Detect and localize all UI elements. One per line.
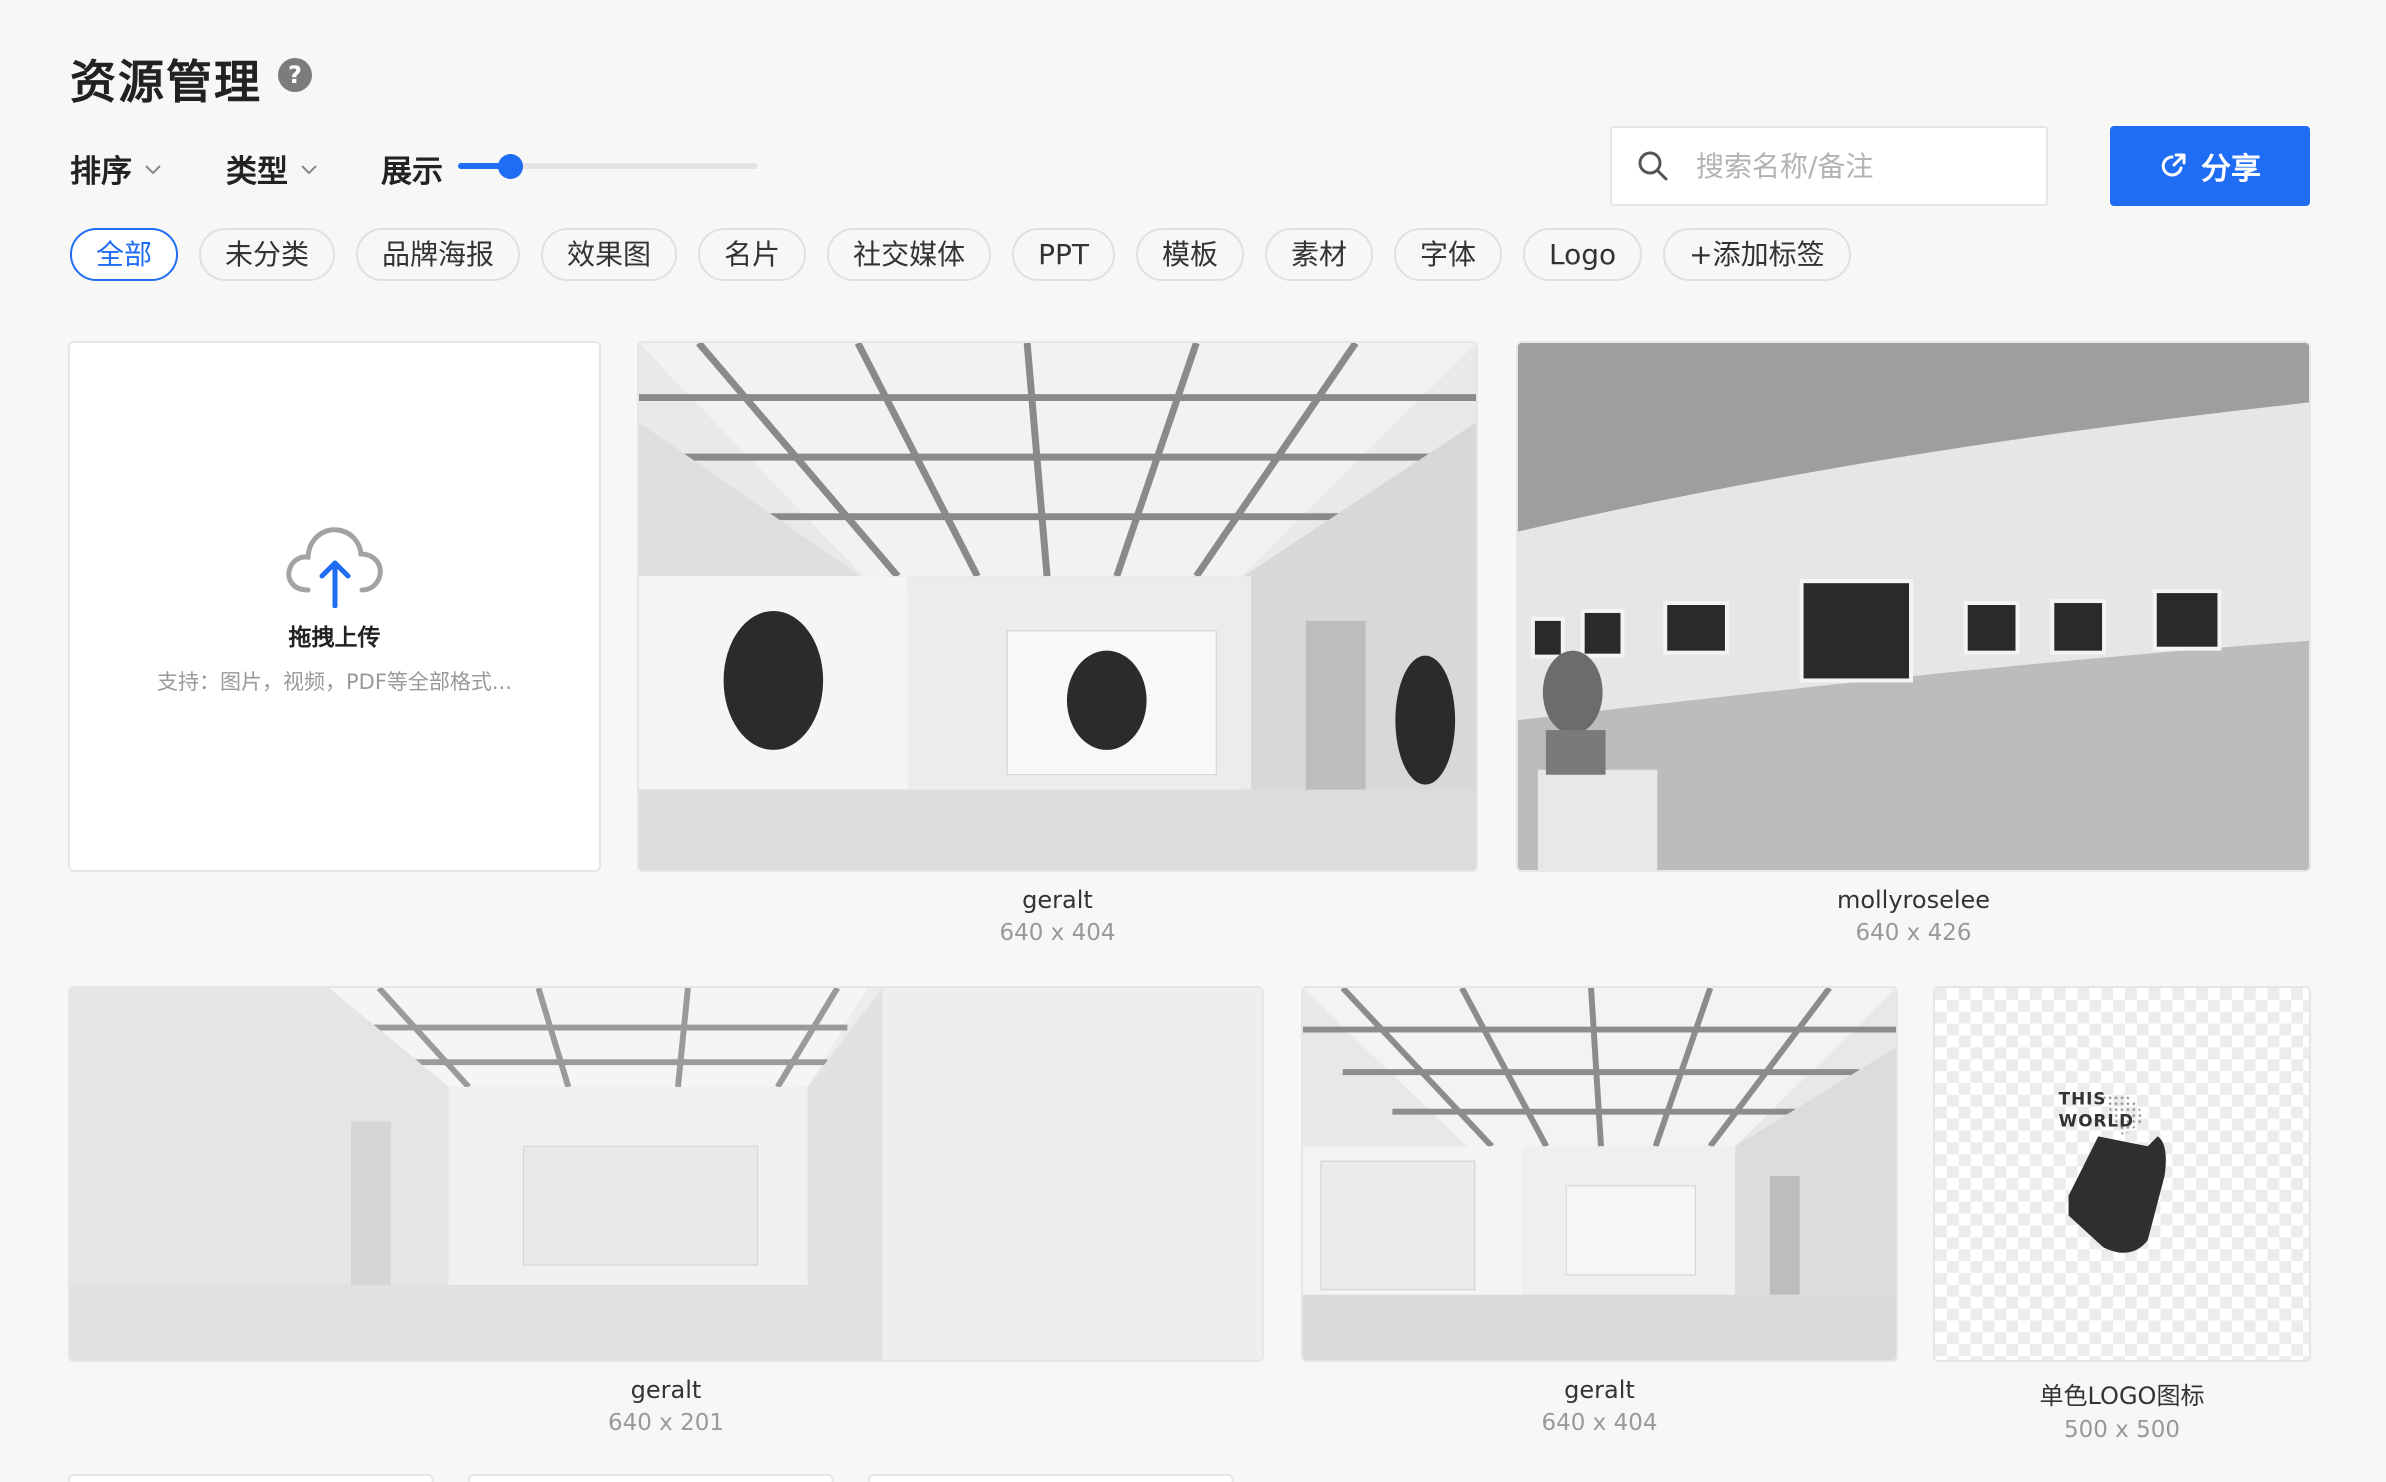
- tag-logo[interactable]: Logo: [1523, 228, 1643, 281]
- tag-filter-bar: 全部 未分类 品牌海报 效果图 名片 社交媒体 PPT 模板 素材 字体 Log…: [70, 228, 1851, 281]
- asset-caption: 单色LOGO图标 500 x 500: [1933, 1376, 2311, 1443]
- asset-name: geralt: [1022, 886, 1093, 914]
- chevron-down-icon: [301, 164, 317, 174]
- type-label: 类型: [226, 154, 288, 190]
- share-icon: [2161, 153, 2186, 177]
- upload-dropzone[interactable]: 拖拽上传 支持：图片，视频，PDF等全部格式...: [68, 341, 601, 872]
- tag-font[interactable]: 字体: [1394, 228, 1503, 281]
- asset-caption: mollyroselee 640 x 426: [1516, 886, 2311, 946]
- help-icon[interactable]: ?: [278, 58, 312, 92]
- asset-name: mollyroselee: [1836, 886, 1991, 914]
- gallery-room-image: [1303, 988, 1896, 1360]
- slider-thumb[interactable]: [498, 154, 523, 179]
- page-title: 资源管理: [70, 55, 262, 109]
- asset-thumbnail-partial[interactable]: [868, 1474, 1234, 1482]
- asset-caption: geralt 640 x 404: [1301, 1376, 1898, 1436]
- asset-dimensions: 640 x 404: [1541, 1410, 1658, 1436]
- asset-thumbnail[interactable]: THIS WORLD: [1933, 986, 2311, 1362]
- gallery-room-image: [639, 343, 1476, 870]
- logo-text-line-2: WORLD: [2059, 1111, 2134, 1131]
- tag-uncategorized[interactable]: 未分类: [199, 228, 336, 281]
- asset-thumbnail[interactable]: [1301, 986, 1898, 1362]
- share-button[interactable]: 分享: [2110, 126, 2310, 206]
- tag-social-media[interactable]: 社交媒体: [827, 228, 992, 281]
- tag-material[interactable]: 素材: [1264, 228, 1373, 281]
- asset-caption: geralt 640 x 201: [68, 1376, 1264, 1436]
- add-tag-button[interactable]: +添加标签: [1663, 228, 1851, 281]
- tag-brand-poster[interactable]: 品牌海报: [356, 228, 521, 281]
- type-dropdown[interactable]: 类型: [226, 146, 320, 191]
- asset-dimensions: 500 x 500: [2063, 1417, 2181, 1443]
- asset-thumbnail-partial[interactable]: [468, 1474, 834, 1482]
- sort-label: 排序: [70, 154, 132, 190]
- asset-thumbnail[interactable]: [637, 341, 1478, 872]
- search-input[interactable]: [1696, 149, 2016, 183]
- asset-dimensions: 640 x 201: [607, 1410, 725, 1436]
- curved-gallery-image: [1518, 343, 2309, 870]
- asset-dimensions: 640 x 426: [1855, 920, 1972, 946]
- search-box[interactable]: [1610, 126, 2048, 206]
- search-icon: [1638, 151, 1668, 181]
- asset-dimensions: 640 x 404: [999, 920, 1116, 946]
- asset-thumbnail[interactable]: [1516, 341, 2311, 872]
- share-label: 分享: [2201, 152, 2261, 187]
- asset-caption: geralt 640 x 404: [637, 886, 1478, 946]
- asset-thumbnail-partial[interactable]: [68, 1474, 434, 1482]
- tag-business-card[interactable]: 名片: [698, 228, 807, 281]
- sort-dropdown[interactable]: 排序: [70, 146, 164, 191]
- cloud-upload-icon: [285, 526, 383, 608]
- asset-name: 单色LOGO图标: [2039, 1382, 2205, 1410]
- asset-name: geralt: [1564, 1376, 1635, 1404]
- tag-template[interactable]: 模板: [1135, 228, 1244, 281]
- asset-thumbnail[interactable]: [68, 986, 1264, 1362]
- tag-all[interactable]: 全部: [70, 228, 179, 281]
- upload-title: 拖拽上传: [288, 624, 381, 651]
- empty-gallery-image: [70, 988, 1262, 1360]
- tag-ppt[interactable]: PPT: [1012, 228, 1115, 281]
- display-size-label: 展示: [381, 154, 443, 190]
- tag-renderings[interactable]: 效果图: [541, 228, 678, 281]
- logo-text-line-1: THIS: [2059, 1089, 2107, 1109]
- upload-subtitle: 支持：图片，视频，PDF等全部格式...: [157, 669, 512, 694]
- asset-name: geralt: [630, 1376, 702, 1404]
- logo-transparent-image: THIS WORLD: [1935, 988, 2309, 1360]
- chevron-down-icon: [145, 164, 161, 174]
